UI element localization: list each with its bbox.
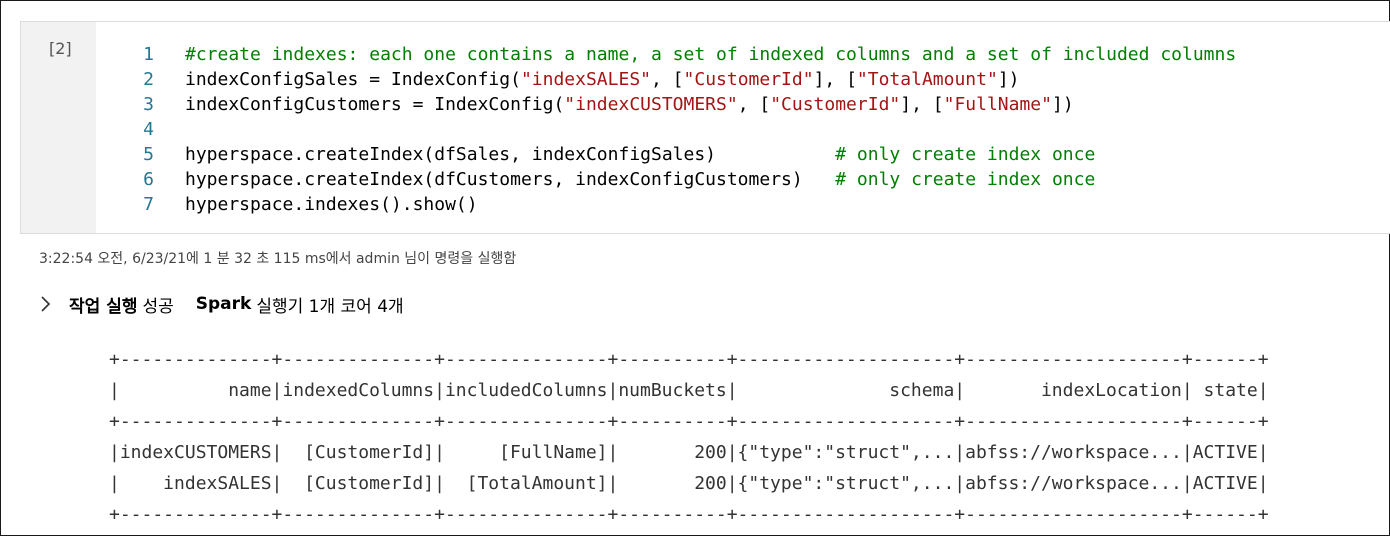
job-result: 성공 — [142, 296, 174, 317]
output-line: |indexCUSTOMERS| [CustomerId]| [FullName… — [109, 442, 1269, 463]
execution-count: [2] — [49, 39, 72, 58]
code-text: hyperspace.createIndex(dfSales, indexCon… — [185, 142, 1095, 167]
code-token-plain: hyperspace.indexes().show() — [185, 194, 478, 215]
code-text: hyperspace.createIndex(dfCustomers, inde… — [185, 167, 1095, 192]
code-cell[interactable]: [2] 1 #create indexes: each one contains … — [20, 21, 1390, 234]
code-token-string: "FullName" — [943, 94, 1052, 115]
executor-info: 실행기 1개 코어 4개 — [256, 296, 404, 317]
output-line: +--------------+--------------+---------… — [109, 411, 1269, 432]
code-token-plain: indexConfigSales = IndexConfig( — [185, 69, 521, 90]
job-execution-row: 작업 실행 성공 Spark 실행기 1개 코어 4개 — [39, 291, 404, 317]
code-token-string: "TotalAmount" — [856, 69, 998, 90]
code-token-string: "indexCUSTOMERS" — [564, 94, 738, 115]
code-token-plain: ], [ — [900, 94, 944, 115]
code-token-plain: , [ — [737, 94, 771, 115]
code-token-string: "indexSALES" — [520, 69, 651, 90]
line-number: 3 — [143, 94, 154, 115]
code-token-plain: , [ — [651, 69, 684, 90]
code-line[interactable]: 5 hyperspace.createIndex(dfSales, indexCo… — [96, 142, 1390, 167]
code-line[interactable]: 2 indexConfigSales = IndexConfig("indexSA… — [96, 67, 1390, 92]
code-token-plain: ]) — [1051, 94, 1074, 115]
line-number: 1 — [143, 44, 154, 65]
code-text: indexConfigCustomers = IndexConfig("inde… — [185, 92, 1074, 117]
chevron-right-icon[interactable] — [39, 294, 53, 314]
notebook-frame: [2] 1 #create indexes: each one contains … — [0, 0, 1390, 536]
code-line[interactable]: 1 #create indexes: each one contains a na… — [96, 42, 1390, 67]
code-line[interactable]: 7 hyperspace.indexes().show() — [96, 192, 1390, 217]
code-token-comment: #create indexes: each one contains a nam… — [185, 44, 1237, 65]
line-number: 7 — [143, 194, 154, 215]
code-token-plain: ]) — [997, 69, 1020, 90]
code-token-plain: hyperspace.createIndex(dfCustomers, inde… — [185, 169, 836, 190]
job-label: 작업 실행 — [69, 296, 138, 317]
output-line: | indexSALES| [CustomerId]| [TotalAmount… — [109, 473, 1269, 494]
code-token-plain: ], [ — [813, 69, 857, 90]
line-number: 5 — [143, 144, 154, 165]
code-token-plain: indexConfigCustomers = IndexConfig( — [185, 94, 565, 115]
code-editor[interactable]: 1 #create indexes: each one contains a na… — [96, 22, 1390, 233]
code-text: indexConfigSales = IndexConfig("indexSAL… — [185, 67, 1020, 92]
code-token-string: "CustomerId" — [683, 69, 814, 90]
line-number: 2 — [143, 69, 154, 90]
code-line[interactable]: 6 hyperspace.createIndex(dfCustomers, ind… — [96, 167, 1390, 192]
spark-label: Spark — [195, 294, 252, 314]
code-token-string: "CustomerId" — [770, 94, 901, 115]
code-text: hyperspace.indexes().show() — [185, 192, 478, 217]
code-line[interactable]: 3 indexConfigCustomers = IndexConfig("ind… — [96, 92, 1390, 117]
line-number: 4 — [143, 119, 154, 140]
code-token-comment: # only create index once — [835, 144, 1096, 165]
output-line: +--------------+--------------+---------… — [109, 504, 1269, 525]
code-line[interactable]: 4 — [96, 117, 1390, 142]
line-number: 6 — [143, 169, 154, 190]
execution-status: 3:22:54 오전, 6/23/21에 1 분 32 초 115 ms에서 a… — [39, 251, 517, 267]
output-line: | name|indexedColumns|includedColumns|nu… — [109, 380, 1269, 401]
output-line: +--------------+--------------+---------… — [109, 349, 1269, 370]
code-token-comment: # only create index once — [835, 169, 1096, 190]
cell-output-table: +--------------+--------------+---------… — [109, 344, 1269, 530]
code-token-plain: hyperspace.createIndex(dfSales, indexCon… — [185, 144, 836, 165]
code-text: #create indexes: each one contains a nam… — [185, 42, 1236, 67]
